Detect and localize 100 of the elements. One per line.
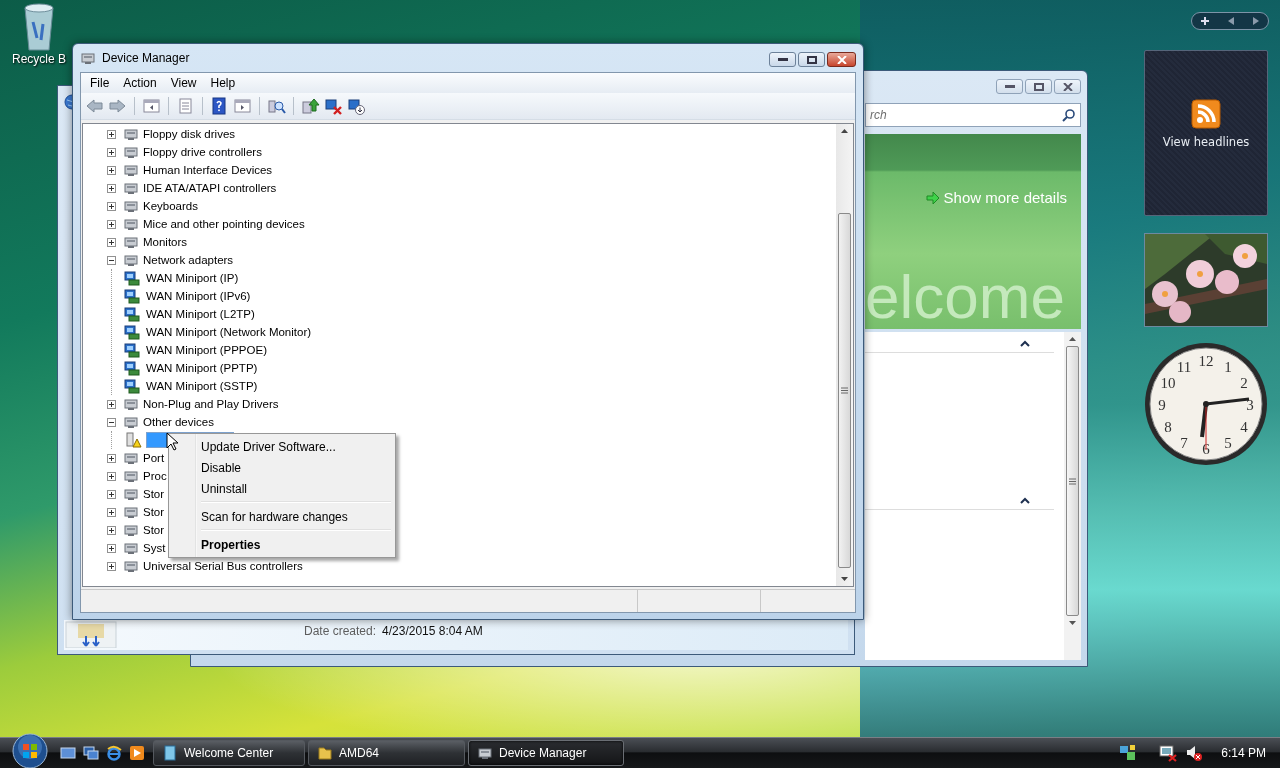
show-desktop-icon[interactable] — [60, 745, 76, 761]
installer-icon — [64, 620, 118, 648]
uninstall-icon[interactable] — [324, 97, 343, 115]
tree-item-label[interactable]: IDE ATA/ATAPI controllers — [143, 180, 277, 196]
expand-toggle[interactable] — [107, 453, 116, 463]
taskbar-button[interactable]: Device Manager — [468, 740, 624, 766]
close-button[interactable] — [1054, 79, 1081, 94]
desktop-icon-label[interactable]: Recycle B — [12, 52, 66, 66]
tree-item-label[interactable]: Mice and other pointing devices — [143, 216, 305, 232]
forward-arrow-icon[interactable] — [108, 97, 127, 115]
expand-toggle[interactable] — [107, 507, 116, 517]
scrollbar-thumb[interactable] — [1066, 346, 1079, 616]
tree-item-label[interactable]: Floppy drive controllers — [143, 144, 262, 160]
tree-item-label[interactable]: Stor — [143, 504, 165, 520]
expand-toggle[interactable] — [107, 183, 116, 193]
network-status-icon[interactable] — [1119, 744, 1138, 762]
taskbar-button[interactable]: Welcome Center — [153, 740, 305, 766]
start-button-icon[interactable] — [12, 733, 48, 768]
expand-toggle[interactable] — [107, 489, 116, 499]
next-icon[interactable] — [1251, 16, 1260, 26]
feed-gadget[interactable]: View headlines — [1144, 50, 1268, 216]
menu-item[interactable]: Scan for hardware changes — [171, 506, 393, 527]
expand-toggle[interactable] — [107, 399, 116, 409]
rss-feed-icon[interactable] — [1191, 99, 1221, 129]
expand-toggle[interactable] — [107, 201, 116, 211]
tree-item-label[interactable]: WAN Miniport (IP) — [146, 270, 239, 286]
tree-item-label[interactable]: Other devices — [143, 414, 214, 430]
disable-icon[interactable] — [347, 97, 366, 115]
switch-windows-icon[interactable] — [83, 745, 99, 761]
tree-item-label[interactable]: Port — [143, 450, 165, 466]
clock-numeral: 7 — [1180, 435, 1188, 452]
close-button[interactable] — [827, 52, 856, 67]
minimize-button[interactable] — [996, 79, 1023, 94]
tree-item-label[interactable]: WAN Miniport (PPPOE) — [146, 342, 267, 358]
menu-item[interactable]: View — [163, 76, 204, 90]
tree-item-label[interactable]: Human Interface Devices — [143, 162, 273, 178]
volume-muted-icon[interactable] — [1185, 744, 1204, 762]
clock-time[interactable]: 6:14 PM — [1221, 746, 1266, 760]
search-field[interactable]: rch — [865, 103, 1081, 127]
expand-toggle[interactable] — [107, 147, 116, 157]
recycle-bin-icon[interactable] — [21, 2, 57, 52]
expand-toggle[interactable] — [107, 165, 116, 175]
menu-item[interactable]: Uninstall — [171, 478, 393, 499]
tree-item-label[interactable]: WAN Miniport (PPTP) — [146, 360, 258, 376]
expand-toggle[interactable] — [107, 471, 116, 481]
menu-item[interactable]: Disable — [171, 457, 393, 478]
expand-toggle[interactable] — [107, 525, 116, 535]
tree-item-label[interactable]: WAN Miniport (L2TP) — [146, 306, 255, 322]
collapse-icon[interactable] — [1020, 338, 1030, 348]
tree-item-label[interactable]: WAN Miniport (SSTP) — [146, 378, 258, 394]
console-tree-icon[interactable] — [142, 97, 161, 115]
maximize-button[interactable] — [798, 52, 825, 67]
scan-hardware-icon[interactable] — [267, 97, 286, 115]
clock-numeral: 6 — [1202, 441, 1210, 457]
minimize-button[interactable] — [769, 52, 796, 67]
help-icon[interactable] — [210, 97, 229, 115]
tree-item-label[interactable]: WAN Miniport (Network Monitor) — [146, 324, 312, 340]
menu-item[interactable]: Properties — [171, 534, 393, 555]
expand-toggle[interactable] — [107, 543, 116, 553]
tree-item-label[interactable]: Monitors — [143, 234, 188, 250]
device-icon — [123, 522, 139, 538]
network-disconnected-icon[interactable] — [1159, 744, 1178, 762]
collapse-icon[interactable] — [1020, 495, 1030, 505]
tree-item-label[interactable]: Network adapters — [143, 252, 234, 268]
tree-item-label[interactable]: Stor — [143, 522, 165, 538]
tree-item-label[interactable]: Universal Serial Bus controllers — [143, 558, 303, 574]
tree-item-label[interactable]: Keyboards — [143, 198, 198, 214]
mouse-cursor-icon — [166, 432, 178, 451]
expand-toggle[interactable] — [107, 129, 116, 139]
tree-item-label[interactable]: Stor — [143, 486, 165, 502]
expand-toggle[interactable] — [107, 417, 116, 427]
menu-item[interactable]: Action — [116, 76, 164, 90]
device-icon — [123, 396, 139, 412]
tree-item-label[interactable]: Syst — [143, 540, 166, 556]
tree-item-label[interactable]: Floppy disk drives — [143, 126, 236, 142]
field-label: Date created: — [304, 624, 377, 638]
maximize-button[interactable] — [1025, 79, 1052, 94]
taskbar-button[interactable]: AMD64 — [308, 740, 465, 766]
expand-toggle[interactable] — [107, 255, 116, 265]
menu-item[interactable]: Help — [203, 76, 243, 90]
network-adapter-icon — [124, 288, 142, 304]
device-icon — [123, 486, 139, 502]
menu-item[interactable]: File — [83, 76, 117, 90]
expand-toggle[interactable] — [107, 561, 116, 571]
back-arrow-icon[interactable] — [85, 97, 104, 115]
tree-item-label[interactable]: WAN Miniport (IPv6) — [146, 288, 251, 304]
network-adapter-icon — [124, 360, 142, 376]
scrollbar-thumb[interactable] — [838, 213, 851, 568]
banner-heading: elcome — [865, 265, 1065, 329]
browser-icon[interactable] — [106, 745, 122, 761]
expand-toggle[interactable] — [107, 219, 116, 229]
network-adapter-icon — [124, 324, 142, 340]
previous-icon[interactable] — [1227, 16, 1235, 26]
device-icon — [123, 234, 139, 250]
update-driver-icon[interactable] — [301, 97, 320, 115]
tree-item-label[interactable]: Proc — [143, 468, 167, 484]
add-gadget-icon[interactable] — [1200, 16, 1211, 26]
expand-toggle[interactable] — [107, 237, 116, 247]
tree-item-label[interactable]: Non-Plug and Play Drivers — [143, 396, 279, 412]
media-player-icon[interactable] — [129, 745, 145, 761]
